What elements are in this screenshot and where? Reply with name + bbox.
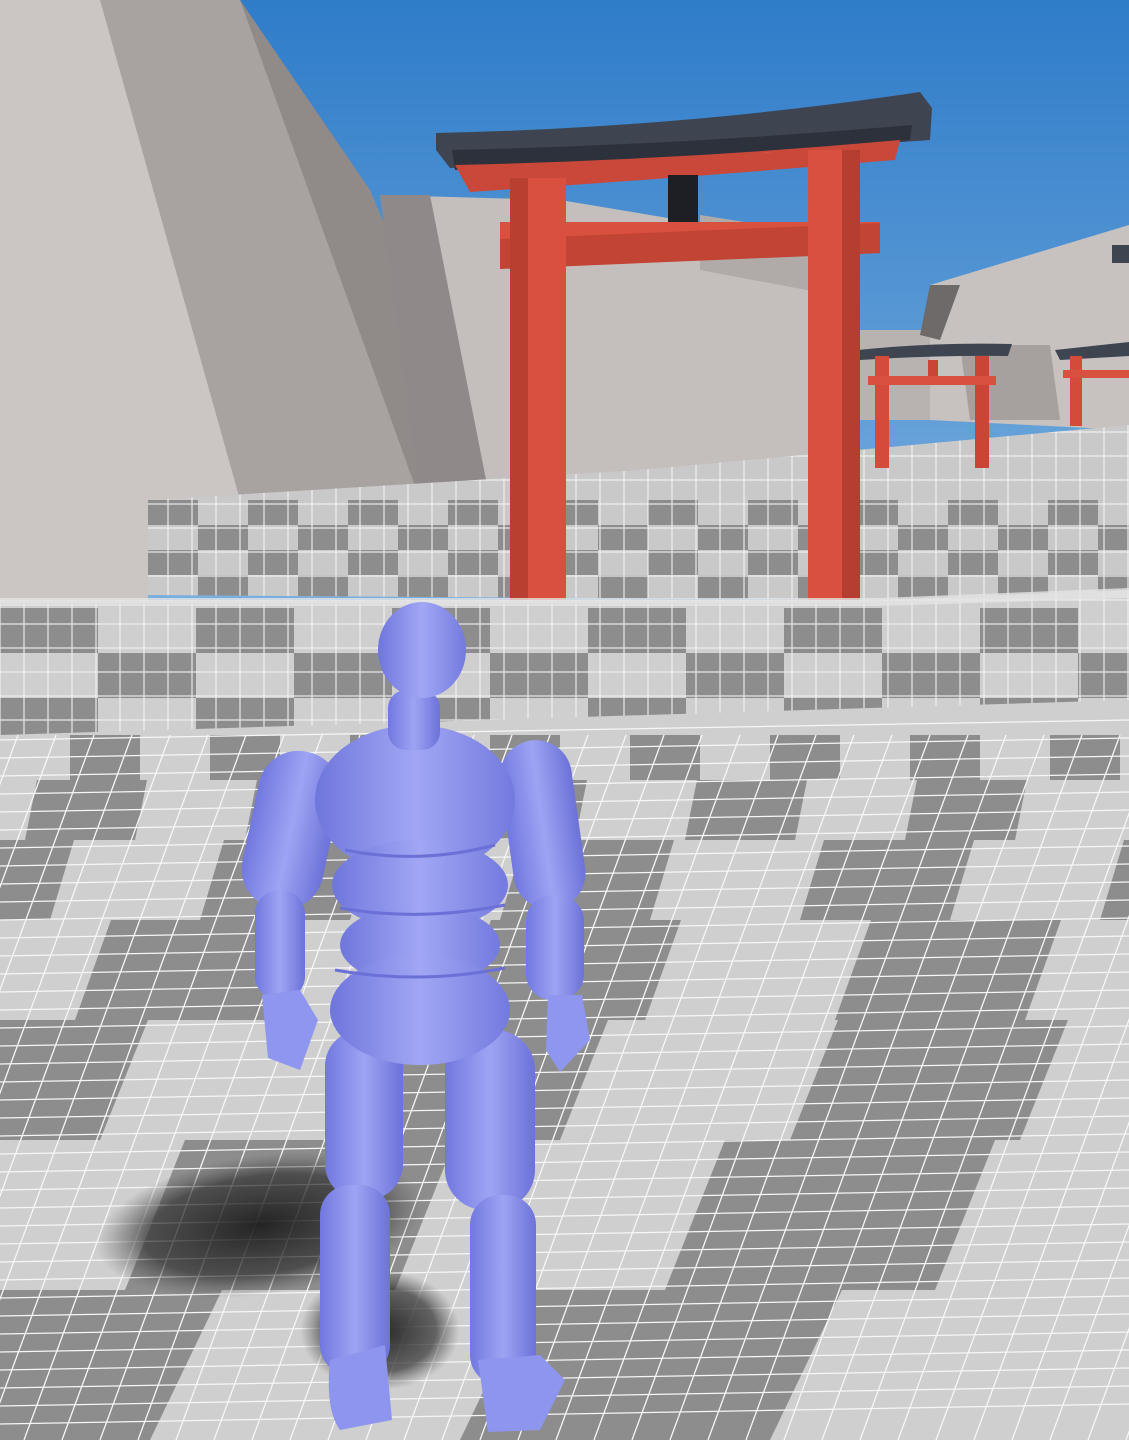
floor-tile [770,735,840,780]
floor-tile [630,735,700,780]
floor-tile [790,1020,1068,1140]
game-viewport[interactable]: ~ [0,0,1129,1440]
head [378,602,466,698]
